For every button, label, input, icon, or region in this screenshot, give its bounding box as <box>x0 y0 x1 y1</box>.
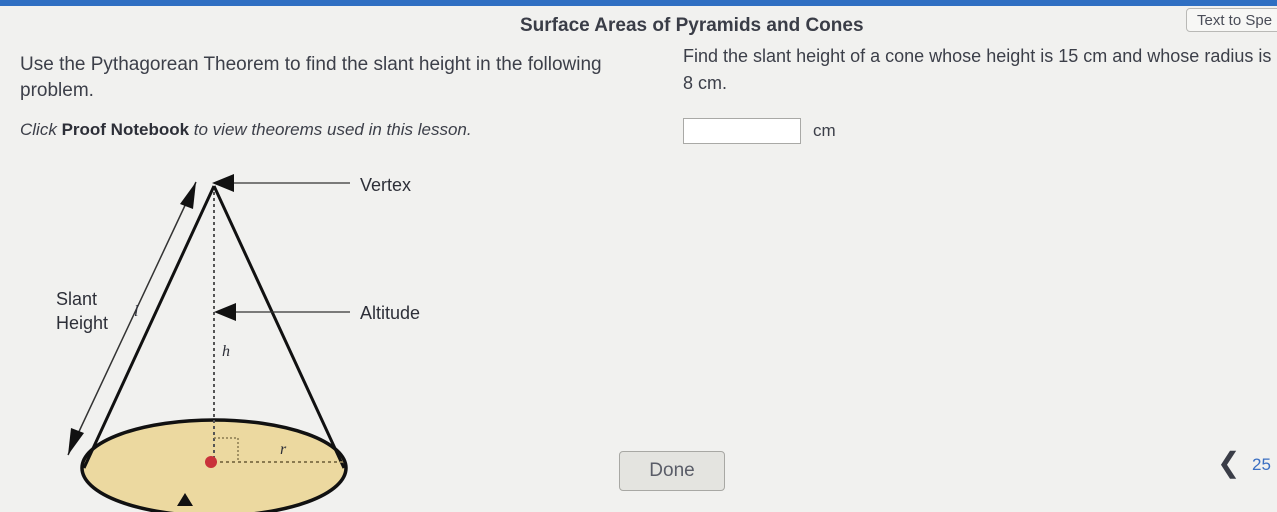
instructions-text: Use the Pythagorean Theorem to find the … <box>20 54 602 101</box>
vertex-label: Vertex <box>360 175 411 195</box>
page-number: 25 <box>1252 455 1271 474</box>
top-accent-bar <box>0 0 1277 6</box>
proof-notebook-link[interactable]: Proof Notebook <box>62 120 190 139</box>
slant-label-line1: Slant <box>56 289 97 309</box>
slant-arrow-top-icon <box>180 182 196 209</box>
proof-note-prefix: Click <box>20 120 62 139</box>
question-text: Find the slant height of a cone whose he… <box>683 46 1272 93</box>
proof-notebook-note: Click Proof Notebook to view theorems us… <box>20 120 472 140</box>
proof-note-suffix: to view theorems used in this lesson. <box>189 120 472 139</box>
radius-variable-label: r <box>280 441 287 458</box>
lesson-title: Surface Areas of Pyramids and Cones <box>520 15 864 36</box>
altitude-label: Altitude <box>360 303 420 323</box>
slant-label-line2: Height <box>56 313 108 333</box>
chevron-left-icon[interactable]: ❮ <box>1217 449 1240 477</box>
answer-unit-label: cm <box>813 121 836 140</box>
text-to-speech-button[interactable]: Text to Spe <box>1186 8 1277 32</box>
done-button[interactable]: Done <box>619 451 725 491</box>
slant-height-answer-input[interactable] <box>683 118 801 144</box>
altitude-arrow-icon <box>214 303 236 321</box>
height-variable-label: h <box>222 343 230 360</box>
slant-arrow-bottom-icon <box>68 428 84 455</box>
slant-variable-label: l <box>134 303 139 320</box>
base-center-point <box>205 456 217 468</box>
cone-diagram: Vertex Altitude Slant Height l h r <box>56 174 420 512</box>
